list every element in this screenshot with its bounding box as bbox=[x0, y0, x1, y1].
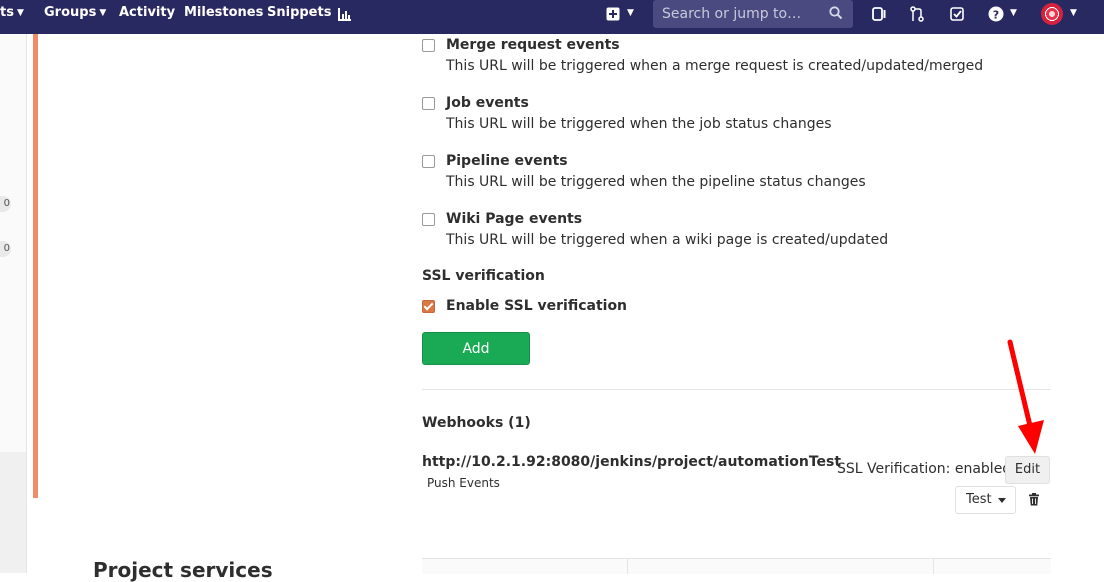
event-title: Job events bbox=[446, 95, 529, 111]
test-webhook-dropdown[interactable]: Test bbox=[955, 486, 1016, 514]
event-description: This URL will be triggered when a merge … bbox=[446, 58, 984, 74]
nav-groups[interactable]: Groups ▼ bbox=[44, 0, 106, 28]
nav-activity[interactable]: Activity bbox=[119, 0, 175, 28]
chevron-down-icon[interactable]: ▼ bbox=[1007, 0, 1017, 28]
ssl-verification-heading: SSL verification bbox=[422, 268, 545, 284]
event-title: Merge request events bbox=[446, 37, 620, 53]
count-badge: 0 bbox=[0, 196, 11, 212]
column-divider bbox=[627, 559, 628, 574]
add-webhook-button[interactable]: Add webhook bbox=[422, 332, 530, 388]
todo-check-icon[interactable] bbox=[950, 6, 964, 22]
pipeline-events-checkbox[interactable] bbox=[422, 155, 435, 168]
annotation-arrow-icon bbox=[1007, 339, 1044, 454]
divider bbox=[422, 389, 1051, 390]
services-table-header bbox=[422, 558, 1051, 574]
column-divider bbox=[933, 559, 934, 574]
webhooks-heading: Webhooks (1) bbox=[422, 415, 531, 431]
count-badge: 0 bbox=[0, 241, 11, 257]
merge-request-icon[interactable] bbox=[910, 6, 924, 22]
job-events-checkbox[interactable] bbox=[422, 97, 435, 110]
plus-square-icon[interactable] bbox=[606, 6, 620, 22]
sidebar-toggle-icon[interactable] bbox=[872, 6, 886, 22]
left-sidebar-lower bbox=[0, 452, 26, 573]
edit-webhook-button[interactable]: Edit bbox=[1005, 456, 1050, 484]
project-services-heading: Project services bbox=[93, 558, 273, 582]
event-description: This URL will be triggered when the job … bbox=[446, 116, 832, 132]
trash-icon[interactable] bbox=[1028, 493, 1040, 506]
user-avatar[interactable] bbox=[1041, 3, 1063, 25]
top-navbar: ts ▼ Groups ▼ Activity Milestones Snippets… bbox=[0, 0, 1104, 34]
webhook-url: http://10.2.1.92:8080/jenkins/project/au… bbox=[422, 454, 842, 470]
chevron-down-icon[interactable]: ▼ bbox=[624, 0, 634, 28]
event-description: This URL will be triggered when a wiki p… bbox=[446, 232, 889, 248]
webhook-events: Push Events bbox=[427, 476, 500, 490]
caret-down-icon bbox=[998, 498, 1006, 503]
chart-icon[interactable] bbox=[338, 6, 352, 22]
ssl-checkbox-label: Enable SSL verification bbox=[446, 298, 628, 314]
nav-snippets[interactable]: Snippets bbox=[267, 0, 331, 28]
search-box[interactable] bbox=[653, 0, 853, 28]
ssl-verification-checkbox[interactable] bbox=[422, 300, 435, 313]
help-icon[interactable]: ? bbox=[988, 6, 1004, 22]
wiki-page-events-checkbox[interactable] bbox=[422, 213, 435, 226]
chevron-down-icon: ▼ bbox=[99, 8, 107, 18]
merge-request-events-checkbox[interactable] bbox=[422, 39, 435, 52]
search-input[interactable] bbox=[653, 0, 822, 28]
chevron-down-icon: ▼ bbox=[16, 8, 24, 18]
ssl-status: SSL Verification: enabled bbox=[837, 461, 1012, 477]
accent-bar bbox=[33, 34, 38, 498]
search-icon bbox=[829, 6, 843, 20]
event-description: This URL will be triggered when the pipe… bbox=[446, 174, 866, 190]
svg-text:?: ? bbox=[993, 9, 999, 22]
chevron-down-icon[interactable]: ▼ bbox=[1067, 0, 1077, 28]
nav-projects[interactable]: ts ▼ bbox=[0, 0, 24, 28]
event-title: Pipeline events bbox=[446, 153, 568, 169]
event-title: Wiki Page events bbox=[446, 211, 583, 227]
nav-milestones[interactable]: Milestones bbox=[184, 0, 263, 28]
test-label: Test bbox=[966, 492, 992, 507]
